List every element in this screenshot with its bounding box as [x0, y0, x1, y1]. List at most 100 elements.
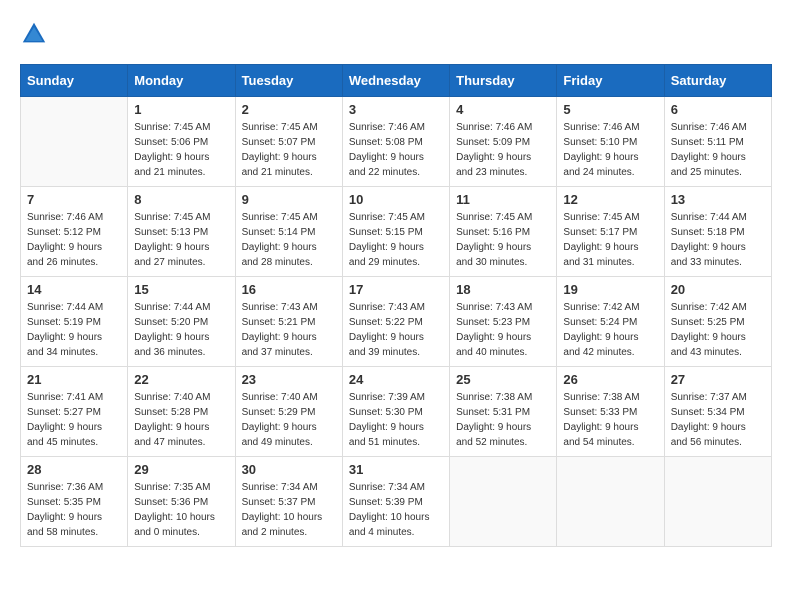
day-number: 20: [671, 282, 765, 297]
day-number: 2: [242, 102, 336, 117]
day-number: 4: [456, 102, 550, 117]
day-number: 11: [456, 192, 550, 207]
calendar-cell: 17 Sunrise: 7:43 AMSunset: 5:22 PMDayligh…: [342, 277, 449, 367]
calendar-table: SundayMondayTuesdayWednesdayThursdayFrid…: [20, 64, 772, 547]
day-info: Sunrise: 7:38 AMSunset: 5:33 PMDaylight:…: [563, 390, 657, 450]
day-number: 26: [563, 372, 657, 387]
day-number: 16: [242, 282, 336, 297]
day-info: Sunrise: 7:46 AMSunset: 5:10 PMDaylight:…: [563, 120, 657, 180]
day-info: Sunrise: 7:40 AMSunset: 5:29 PMDaylight:…: [242, 390, 336, 450]
calendar-cell: [450, 457, 557, 547]
calendar-cell: 19 Sunrise: 7:42 AMSunset: 5:24 PMDayligh…: [557, 277, 664, 367]
calendar-week-row: 21 Sunrise: 7:41 AMSunset: 5:27 PMDayligh…: [21, 367, 772, 457]
day-info: Sunrise: 7:45 AMSunset: 5:15 PMDaylight:…: [349, 210, 443, 270]
day-number: 24: [349, 372, 443, 387]
calendar-cell: [21, 97, 128, 187]
calendar-cell: 5 Sunrise: 7:46 AMSunset: 5:10 PMDaylight…: [557, 97, 664, 187]
column-header-tuesday: Tuesday: [235, 65, 342, 97]
day-number: 23: [242, 372, 336, 387]
calendar-cell: 4 Sunrise: 7:46 AMSunset: 5:09 PMDaylight…: [450, 97, 557, 187]
day-info: Sunrise: 7:40 AMSunset: 5:28 PMDaylight:…: [134, 390, 228, 450]
calendar-cell: 3Sunrise: 7:46 AMSunset: 5:08 PMDaylight…: [342, 97, 449, 187]
column-header-saturday: Saturday: [664, 65, 771, 97]
day-info: Sunrise: 7:42 AMSunset: 5:24 PMDaylight:…: [563, 300, 657, 360]
day-info: Sunrise: 7:45 AMSunset: 5:14 PMDaylight:…: [242, 210, 336, 270]
calendar-cell: 16 Sunrise: 7:43 AMSunset: 5:21 PMDayligh…: [235, 277, 342, 367]
calendar-cell: 20 Sunrise: 7:42 AMSunset: 5:25 PMDayligh…: [664, 277, 771, 367]
day-number: 14: [27, 282, 121, 297]
calendar-cell: 30 Sunrise: 7:34 AMSunset: 5:37 PMDayligh…: [235, 457, 342, 547]
calendar-cell: 10 Sunrise: 7:45 AMSunset: 5:15 PMDayligh…: [342, 187, 449, 277]
calendar-cell: 6 Sunrise: 7:46 AMSunset: 5:11 PMDaylight…: [664, 97, 771, 187]
day-info: Sunrise: 7:34 AMSunset: 5:39 PMDaylight:…: [349, 480, 443, 540]
day-info: Sunrise: 7:45 AMSunset: 5:07 PMDaylight:…: [242, 120, 336, 180]
day-info: Sunrise: 7:46 AMSunset: 5:12 PMDaylight:…: [27, 210, 121, 270]
logo: [20, 20, 52, 48]
day-number: 25: [456, 372, 550, 387]
calendar-cell: 9 Sunrise: 7:45 AMSunset: 5:14 PMDaylight…: [235, 187, 342, 277]
day-number: 31: [349, 462, 443, 477]
day-info: Sunrise: 7:43 AMSunset: 5:23 PMDaylight:…: [456, 300, 550, 360]
column-header-friday: Friday: [557, 65, 664, 97]
calendar-cell: 7 Sunrise: 7:46 AMSunset: 5:12 PMDaylight…: [21, 187, 128, 277]
day-info: Sunrise: 7:37 AMSunset: 5:34 PMDaylight:…: [671, 390, 765, 450]
day-number: 5: [563, 102, 657, 117]
calendar-cell: 25 Sunrise: 7:38 AMSunset: 5:31 PMDayligh…: [450, 367, 557, 457]
calendar-cell: 2 Sunrise: 7:45 AMSunset: 5:07 PMDaylight…: [235, 97, 342, 187]
day-number: 8: [134, 192, 228, 207]
day-info: Sunrise: 7:45 AMSunset: 5:16 PMDaylight:…: [456, 210, 550, 270]
day-info: Sunrise: 7:46 AMSunset: 5:11 PMDaylight:…: [671, 120, 765, 180]
calendar-cell: 26 Sunrise: 7:38 AMSunset: 5:33 PMDayligh…: [557, 367, 664, 457]
calendar-cell: 31 Sunrise: 7:34 AMSunset: 5:39 PMDayligh…: [342, 457, 449, 547]
column-header-monday: Monday: [128, 65, 235, 97]
day-number: 21: [27, 372, 121, 387]
day-info: Sunrise: 7:46 AMSunset: 5:09 PMDaylight:…: [456, 120, 550, 180]
calendar-cell: 8 Sunrise: 7:45 AMSunset: 5:13 PMDaylight…: [128, 187, 235, 277]
calendar-cell: 23 Sunrise: 7:40 AMSunset: 5:29 PMDayligh…: [235, 367, 342, 457]
day-info: Sunrise: 7:42 AMSunset: 5:25 PMDaylight:…: [671, 300, 765, 360]
day-info: Sunrise: 7:45 AMSunset: 5:13 PMDaylight:…: [134, 210, 228, 270]
calendar-cell: 27 Sunrise: 7:37 AMSunset: 5:34 PMDayligh…: [664, 367, 771, 457]
calendar-cell: 13 Sunrise: 7:44 AMSunset: 5:18 PMDayligh…: [664, 187, 771, 277]
calendar-cell: 1Sunrise: 7:45 AMSunset: 5:06 PMDaylight…: [128, 97, 235, 187]
day-number: 13: [671, 192, 765, 207]
day-number: 30: [242, 462, 336, 477]
day-number: 1: [134, 102, 228, 117]
day-number: 29: [134, 462, 228, 477]
day-info: Sunrise: 7:43 AMSunset: 5:22 PMDaylight:…: [349, 300, 443, 360]
calendar-cell: 14 Sunrise: 7:44 AMSunset: 5:19 PMDayligh…: [21, 277, 128, 367]
day-number: 19: [563, 282, 657, 297]
calendar-cell: [557, 457, 664, 547]
day-number: 28: [27, 462, 121, 477]
calendar-cell: 21 Sunrise: 7:41 AMSunset: 5:27 PMDayligh…: [21, 367, 128, 457]
day-info: Sunrise: 7:44 AMSunset: 5:19 PMDaylight:…: [27, 300, 121, 360]
calendar-cell: 28 Sunrise: 7:36 AMSunset: 5:35 PMDayligh…: [21, 457, 128, 547]
day-number: 22: [134, 372, 228, 387]
calendar-cell: 18Sunrise: 7:43 AMSunset: 5:23 PMDayligh…: [450, 277, 557, 367]
day-number: 12: [563, 192, 657, 207]
day-info: Sunrise: 7:36 AMSunset: 5:35 PMDaylight:…: [27, 480, 121, 540]
day-info: Sunrise: 7:43 AMSunset: 5:21 PMDaylight:…: [242, 300, 336, 360]
day-info: Sunrise: 7:44 AMSunset: 5:18 PMDaylight:…: [671, 210, 765, 270]
day-number: 10: [349, 192, 443, 207]
calendar-header-row: SundayMondayTuesdayWednesdayThursdayFrid…: [21, 65, 772, 97]
column-header-sunday: Sunday: [21, 65, 128, 97]
column-header-thursday: Thursday: [450, 65, 557, 97]
calendar-cell: 24 Sunrise: 7:39 AMSunset: 5:30 PMDayligh…: [342, 367, 449, 457]
calendar-cell: [664, 457, 771, 547]
day-number: 6: [671, 102, 765, 117]
day-info: Sunrise: 7:38 AMSunset: 5:31 PMDaylight:…: [456, 390, 550, 450]
calendar-week-row: 1Sunrise: 7:45 AMSunset: 5:06 PMDaylight…: [21, 97, 772, 187]
day-number: 9: [242, 192, 336, 207]
day-info: Sunrise: 7:39 AMSunset: 5:30 PMDaylight:…: [349, 390, 443, 450]
logo-icon: [20, 20, 48, 48]
day-info: Sunrise: 7:44 AMSunset: 5:20 PMDaylight:…: [134, 300, 228, 360]
day-number: 27: [671, 372, 765, 387]
day-number: 7: [27, 192, 121, 207]
day-number: 17: [349, 282, 443, 297]
calendar-cell: 12Sunrise: 7:45 AMSunset: 5:17 PMDayligh…: [557, 187, 664, 277]
day-info: Sunrise: 7:34 AMSunset: 5:37 PMDaylight:…: [242, 480, 336, 540]
day-info: Sunrise: 7:41 AMSunset: 5:27 PMDaylight:…: [27, 390, 121, 450]
page-header: [20, 20, 772, 48]
calendar-week-row: 28 Sunrise: 7:36 AMSunset: 5:35 PMDayligh…: [21, 457, 772, 547]
